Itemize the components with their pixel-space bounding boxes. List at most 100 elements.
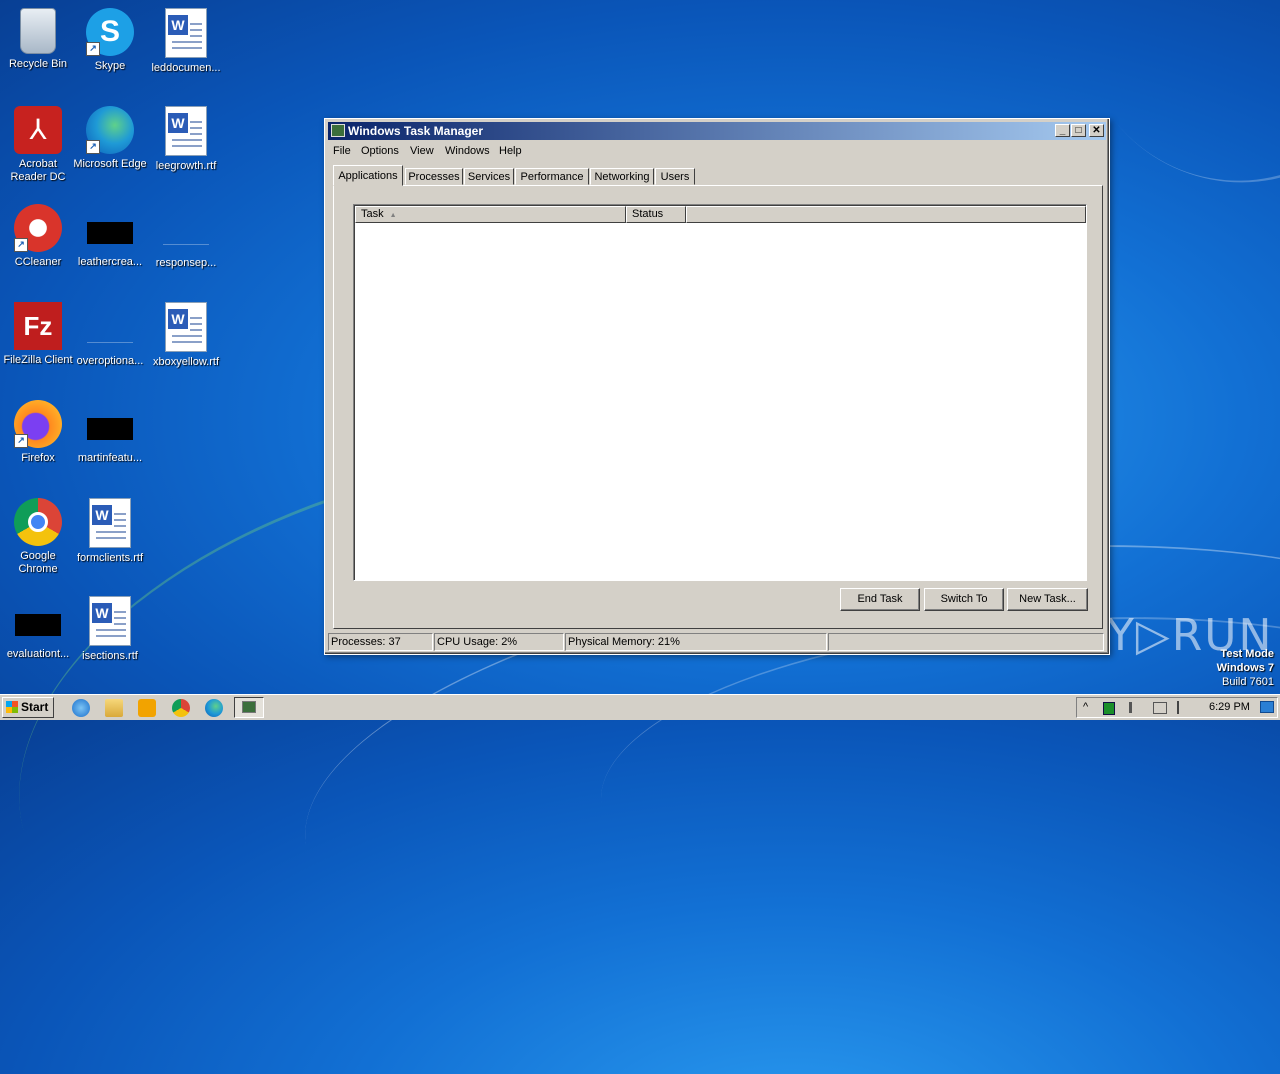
desktop-icon-label: Microsoft Edge — [73, 158, 147, 170]
desktop-icon-responsep[interactable]: responsep... — [148, 204, 224, 270]
desktop-icon-label: martinfeatu... — [77, 452, 143, 464]
system-tray: ^ 6:29 PM — [1076, 697, 1278, 718]
desktop-icon-label: CCleaner — [14, 256, 62, 268]
desktop-icon-leathercrea[interactable]: leathercrea... — [72, 204, 148, 269]
tab-processes[interactable]: Processes — [405, 168, 463, 185]
test-mode-notice: Test Mode Windows 7 Build 7601 — [1216, 648, 1274, 688]
ccleaner-icon: ↗ — [14, 204, 62, 252]
menu-file[interactable]: File — [333, 142, 351, 160]
word-document-icon: W — [89, 596, 131, 646]
window-title: Windows Task Manager — [348, 124, 484, 138]
volume-icon[interactable] — [1129, 702, 1144, 713]
file-explorer-icon[interactable] — [105, 699, 123, 717]
status-processes: Processes: 37 — [328, 633, 433, 651]
file-thumbnail-icon — [87, 320, 133, 343]
desktop-icon-label: Acrobat Reader DC — [10, 158, 66, 183]
end-task-button[interactable]: End Task — [840, 588, 920, 611]
desktop-icon-formclients[interactable]: W formclients.rtf — [72, 498, 148, 565]
minimize-button[interactable]: _ — [1055, 124, 1070, 137]
shortcut-arrow-icon: ↗ — [86, 42, 100, 56]
desktop-icon-evaluationt[interactable]: evaluationt... — [0, 596, 76, 661]
desktop-icon-acrobat[interactable]: ⅄ Acrobat Reader DC — [0, 106, 76, 184]
firefox-icon: ↗ — [14, 400, 62, 448]
file-thumbnail-icon — [87, 222, 133, 244]
menu-help[interactable]: Help — [499, 142, 522, 160]
status-cpu-usage: CPU Usage: 2% — [434, 633, 564, 651]
tab-applications[interactable]: Applications — [333, 165, 403, 186]
internet-explorer-icon[interactable] — [72, 699, 90, 717]
file-thumbnail-icon — [163, 222, 209, 245]
desktop-icon-firefox[interactable]: ↗ Firefox — [0, 400, 76, 465]
chrome-taskbar-icon[interactable] — [172, 699, 190, 717]
status-bar: Processes: 37 CPU Usage: 2% Physical Mem… — [328, 633, 1106, 651]
desktop-icon-filezilla[interactable]: Fz FileZilla Client — [0, 302, 76, 367]
network-icon[interactable] — [1153, 702, 1167, 714]
desktop-icon-label: xboxyellow.rtf — [152, 356, 220, 368]
desktop-icon-chrome[interactable]: Google Chrome — [0, 498, 76, 576]
column-header-filler — [686, 206, 1086, 223]
word-document-icon: W — [165, 302, 207, 352]
edge-taskbar-icon[interactable] — [205, 699, 223, 717]
menu-options[interactable]: Options — [361, 142, 399, 160]
task-list[interactable]: Task ▲ Status — [353, 204, 1087, 581]
maximize-button[interactable]: □ — [1071, 124, 1086, 137]
desktop-icon-label: Google Chrome — [18, 550, 58, 575]
desktop-icon-skype[interactable]: S ↗ Skype — [72, 8, 148, 73]
recycle-bin-icon — [20, 8, 56, 54]
menu-bar: File Options View Windows Help — [328, 142, 1106, 160]
windows-logo-icon — [6, 701, 18, 713]
status-physical-memory: Physical Memory: 21% — [565, 633, 827, 651]
action-center-flag-icon[interactable] — [1177, 701, 1179, 714]
shortcut-arrow-icon: ↗ — [14, 238, 28, 252]
new-task-button[interactable]: New Task... — [1007, 588, 1088, 611]
desktop-icon-edge[interactable]: ↗ Microsoft Edge — [72, 106, 148, 171]
desktop-icon-label: formclients.rtf — [76, 552, 143, 564]
column-header-task[interactable]: Task ▲ — [355, 206, 626, 223]
desktop-icon-isections[interactable]: W isections.rtf — [72, 596, 148, 663]
status-empty — [828, 633, 1104, 651]
column-header-status[interactable]: Status — [626, 206, 686, 223]
switch-to-button[interactable]: Switch To — [924, 588, 1004, 611]
title-bar[interactable]: Windows Task Manager _ □ ✕ — [328, 122, 1106, 140]
tab-users[interactable]: Users — [655, 168, 695, 185]
clock[interactable]: 6:29 PM — [1209, 698, 1250, 717]
desktop-icon-overoptiona[interactable]: overoptiona... — [72, 302, 148, 368]
desktop-icon-leddocument[interactable]: W leddocumen... — [148, 8, 224, 75]
desktop-icon-martinfeatu[interactable]: martinfeatu... — [72, 400, 148, 465]
desktop-icon-label: leddocumen... — [151, 62, 221, 74]
desktop-icon-label: isections.rtf — [82, 650, 138, 662]
media-player-icon[interactable] — [138, 699, 156, 717]
tab-performance[interactable]: Performance — [515, 168, 589, 185]
skype-icon: S ↗ — [86, 8, 134, 56]
acrobat-icon: ⅄ — [14, 106, 62, 154]
desktop-icon-recycle-bin[interactable]: Recycle Bin — [0, 8, 76, 71]
tab-services[interactable]: Services — [464, 168, 514, 185]
shortcut-arrow-icon: ↗ — [14, 434, 28, 448]
desktop-icon-label: leegrowth.rtf — [155, 160, 217, 172]
taskbar: Start ^ 6:29 PM — [0, 694, 1280, 720]
word-document-icon: W — [165, 8, 207, 58]
chrome-icon — [14, 498, 62, 546]
shortcut-arrow-icon: ↗ — [86, 140, 100, 154]
green-status-icon[interactable] — [1103, 702, 1115, 715]
taskbar-button-task-manager[interactable] — [234, 697, 264, 718]
desktop-icon-label: Firefox — [21, 452, 55, 464]
desktop-icon-leegrowth[interactable]: W leegrowth.rtf — [148, 106, 224, 173]
menu-view[interactable]: View — [410, 142, 434, 160]
tab-networking[interactable]: Networking — [590, 168, 654, 185]
task-manager-window[interactable]: Windows Task Manager _ □ ✕ File Options … — [324, 118, 1110, 655]
desktop-icon-label: leathercrea... — [77, 256, 143, 268]
desktop-icon-ccleaner[interactable]: ↗ CCleaner — [0, 204, 76, 269]
desktop-icon-xboxyellow[interactable]: W xboxyellow.rtf — [148, 302, 224, 369]
show-hidden-icons-button[interactable]: ^ — [1083, 698, 1088, 717]
task-manager-icon — [242, 701, 256, 713]
desktop-icon-label: Recycle Bin — [8, 58, 68, 70]
show-desktop-icon[interactable] — [1260, 701, 1274, 713]
task-manager-icon — [331, 124, 345, 137]
start-button[interactable]: Start — [2, 697, 54, 718]
menu-windows[interactable]: Windows — [445, 142, 490, 160]
desktop-icon-label: FileZilla Client — [3, 354, 73, 366]
close-button[interactable]: ✕ — [1089, 124, 1104, 137]
word-document-icon: W — [165, 106, 207, 156]
file-thumbnail-icon — [87, 418, 133, 440]
